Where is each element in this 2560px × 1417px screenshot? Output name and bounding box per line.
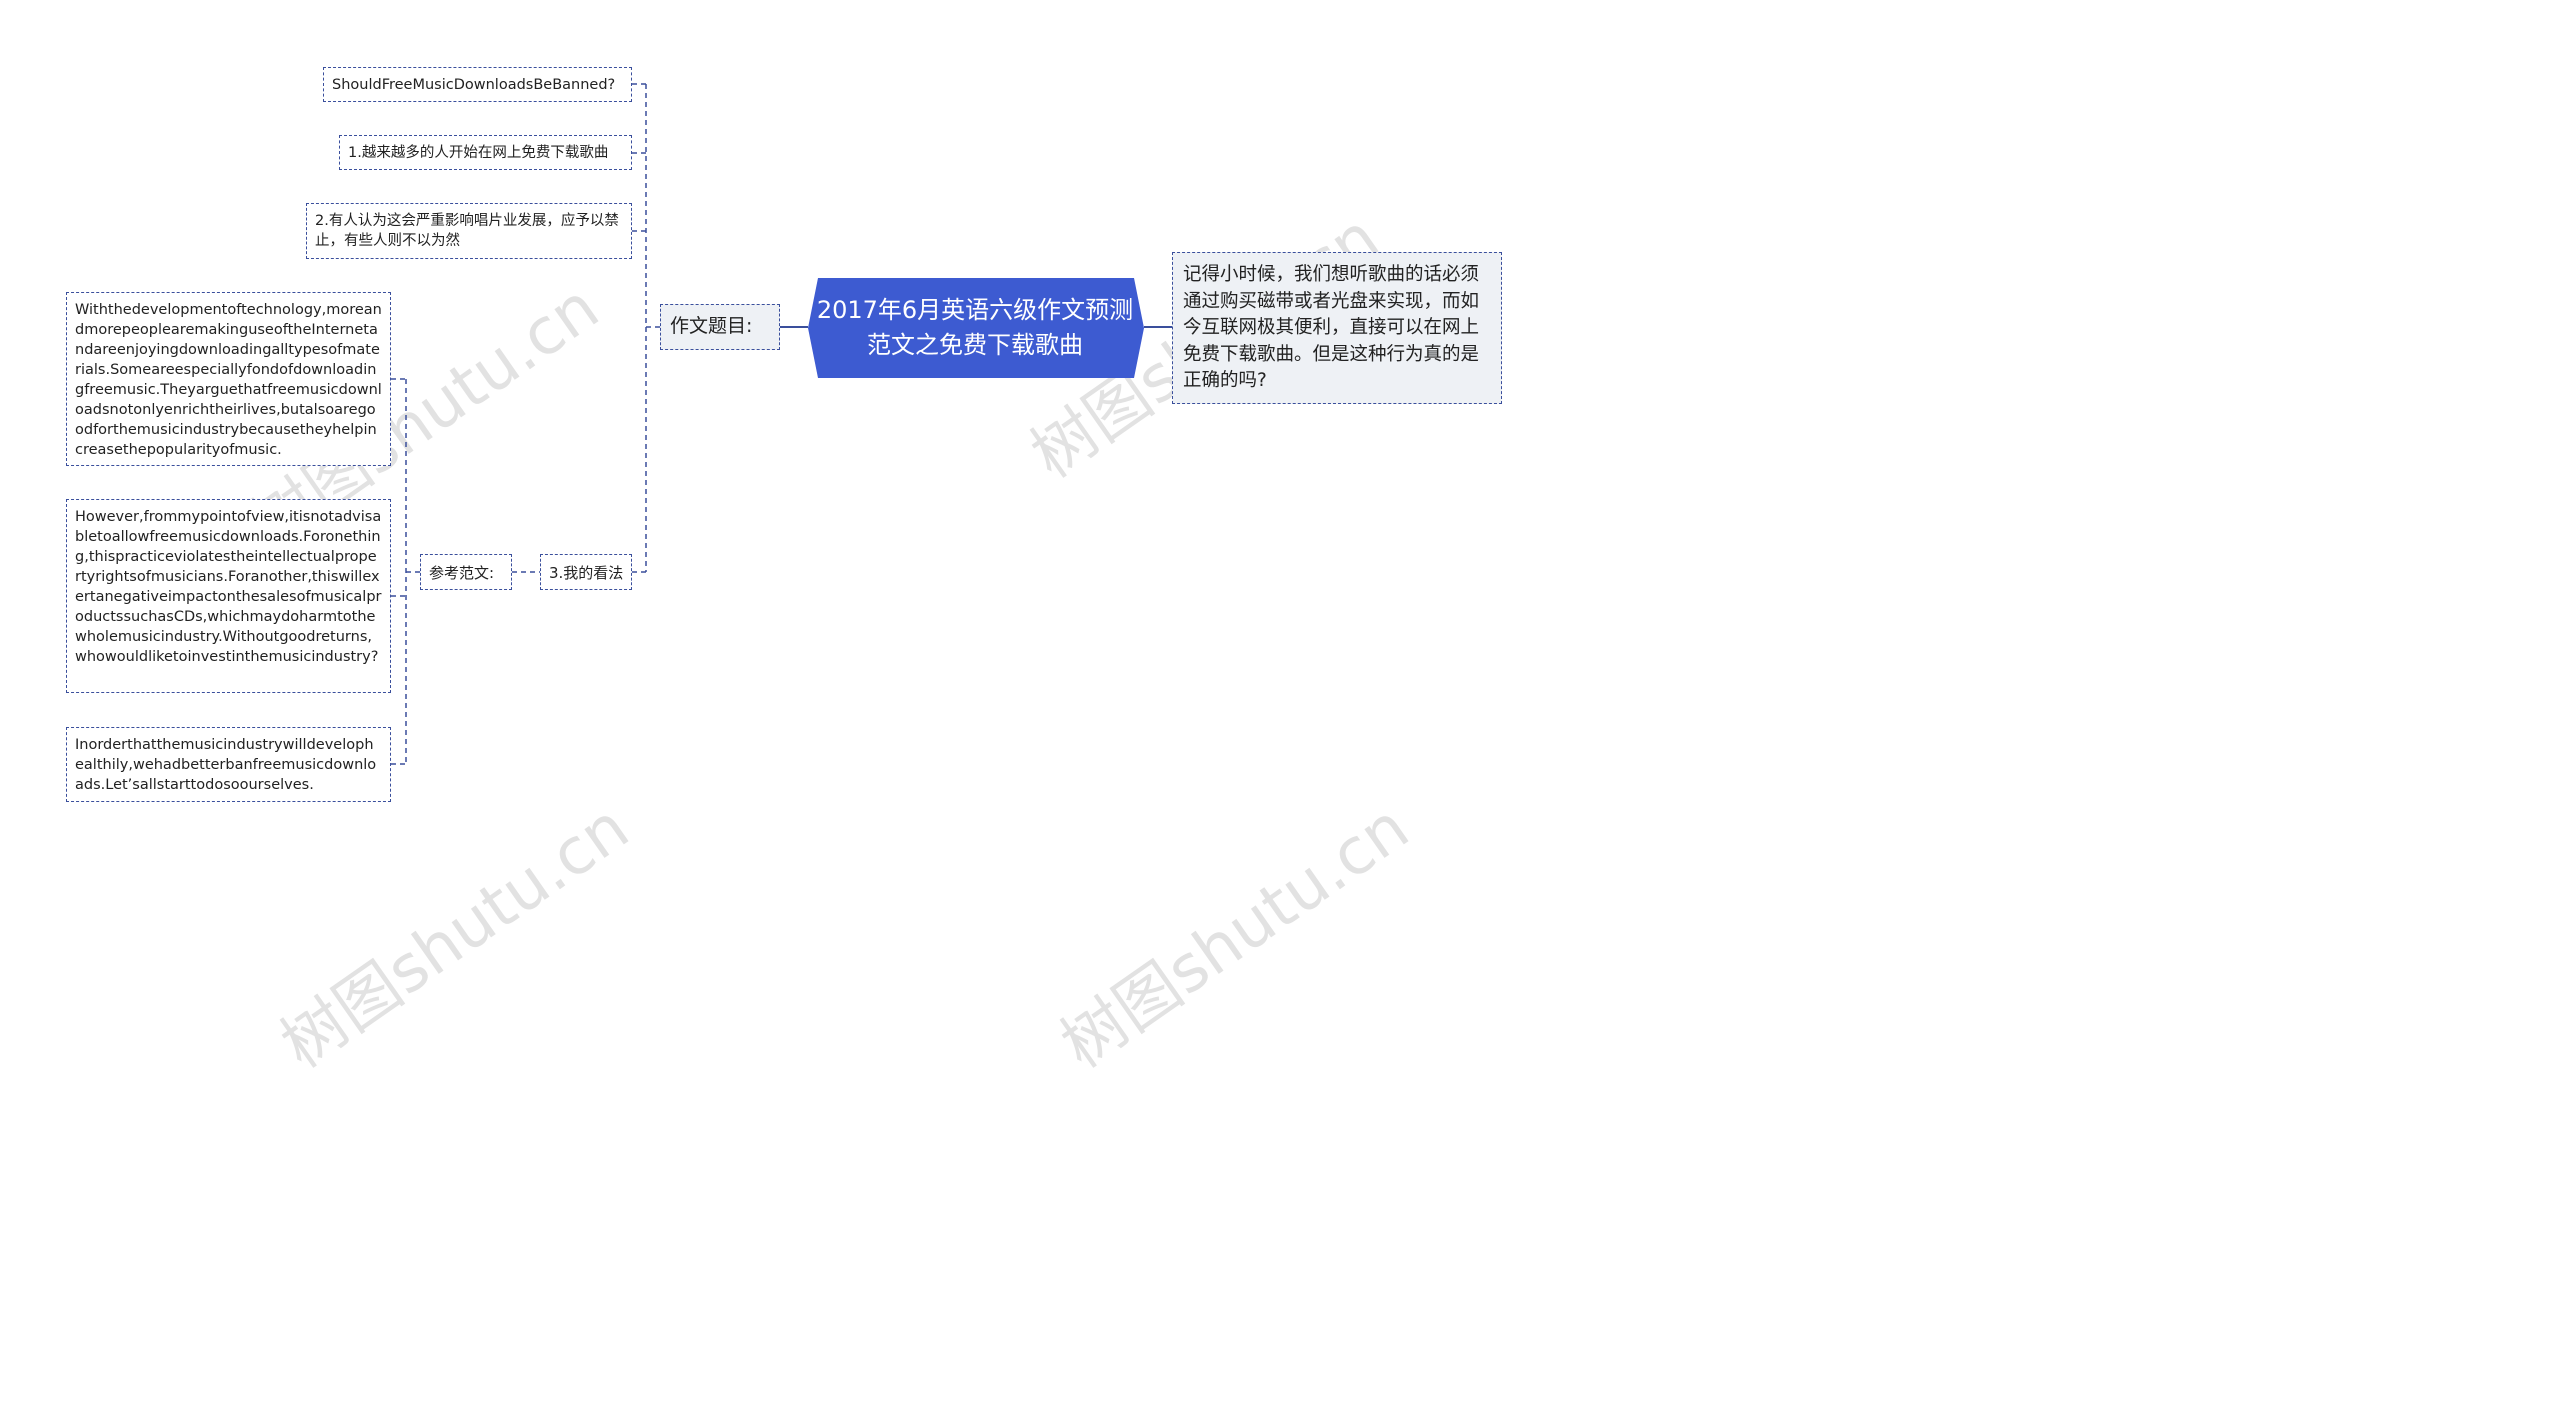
topic-point-1[interactable]: 1.越来越多的人开始在网上免费下载歌曲 (339, 135, 632, 170)
mindmap-canvas: 2017年6月英语六级作文预测范文之免费下载歌曲 记得小时候，我们想听歌曲的话必… (0, 0, 1550, 868)
topic-node[interactable]: 作文题目: (660, 304, 780, 350)
sample-essay-node[interactable]: 参考范文: (420, 554, 512, 590)
topic-title-en[interactable]: ShouldFreeMusicDownloadsBeBanned? (323, 67, 632, 102)
sample-paragraph-2[interactable]: However,frommypointofview,itisnotadvisab… (66, 499, 391, 693)
sample-paragraph-3[interactable]: Inorderthatthemusicindustrywilldevelophe… (66, 727, 391, 802)
topic-point-3[interactable]: 3.我的看法 (540, 554, 632, 590)
description-node[interactable]: 记得小时候，我们想听歌曲的话必须通过购买磁带或者光盘来实现，而如今互联网极其便利… (1172, 252, 1502, 404)
central-topic[interactable]: 2017年6月英语六级作文预测范文之免费下载歌曲 (806, 278, 1144, 378)
sample-paragraph-1[interactable]: Withthedevelopmentoftechnology,moreandmo… (66, 292, 391, 466)
topic-point-2[interactable]: 2.有人认为这会严重影响唱片业发展，应予以禁止，有些人则不以为然 (306, 203, 632, 259)
